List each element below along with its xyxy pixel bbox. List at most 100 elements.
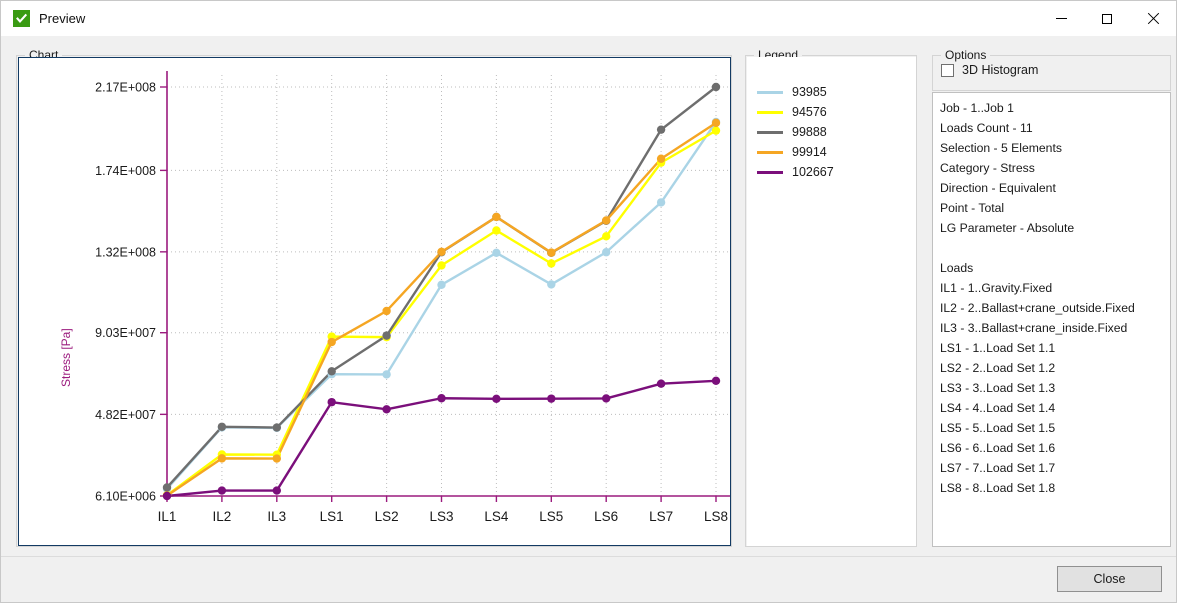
close-window-button[interactable] — [1130, 1, 1176, 36]
legend-item[interactable]: 99914 — [757, 142, 907, 162]
checkmark-icon — [13, 10, 30, 27]
options-group: Options 3D Histogram — [932, 55, 1171, 91]
data-point-marker[interactable] — [328, 338, 336, 346]
minimize-icon — [1056, 18, 1067, 19]
title-bar-left: Preview — [13, 1, 85, 36]
data-point-marker[interactable] — [547, 248, 555, 256]
legend-color-swatch — [757, 131, 783, 134]
data-point-marker[interactable] — [437, 248, 445, 256]
x-tick-label: IL1 — [158, 509, 177, 524]
data-point-marker[interactable] — [328, 367, 336, 375]
y-tick-label: 2.17E+008 — [95, 81, 156, 95]
y-tick-label: 1.74E+008 — [95, 164, 156, 178]
data-point-marker[interactable] — [492, 226, 500, 234]
info-line: LG Parameter - Absolute — [940, 218, 1166, 238]
x-tick-label: LS6 — [594, 509, 618, 524]
legend-item-label: 93985 — [792, 85, 827, 99]
legend-color-swatch — [757, 151, 783, 154]
y-tick-label: 6.10E+006 — [95, 490, 156, 504]
data-point-marker[interactable] — [492, 249, 500, 257]
data-point-marker[interactable] — [657, 380, 665, 388]
data-point-marker[interactable] — [547, 280, 555, 288]
data-point-marker[interactable] — [382, 405, 390, 413]
info-line: Loads Count - 11 — [940, 118, 1166, 138]
window-controls — [1038, 1, 1176, 36]
info-line: IL3 - 3..Ballast+crane_inside.Fixed — [940, 318, 1166, 338]
options-group-label: Options — [941, 48, 990, 62]
info-line: IL2 - 2..Ballast+crane_outside.Fixed — [940, 298, 1166, 318]
info-line: Loads — [940, 258, 1166, 278]
legend-color-swatch — [757, 91, 783, 94]
y-tick-label: 1.32E+008 — [95, 245, 156, 259]
legend-item-label: 94576 — [792, 105, 827, 119]
legend-color-swatch — [757, 171, 783, 174]
data-point-marker[interactable] — [437, 394, 445, 402]
histogram-3d-label: 3D Histogram — [962, 63, 1038, 77]
y-tick-label: 9.03E+007 — [95, 326, 156, 340]
data-point-marker[interactable] — [492, 213, 500, 221]
info-line: Direction - Equivalent — [940, 178, 1166, 198]
preview-window: Preview Chart 6.10E+0064.82E+0079.03E+00… — [0, 0, 1177, 603]
data-point-marker[interactable] — [218, 454, 226, 462]
data-point-marker[interactable] — [273, 486, 281, 494]
data-point-marker[interactable] — [163, 492, 171, 500]
x-tick-label: IL2 — [213, 509, 232, 524]
data-point-marker[interactable] — [218, 423, 226, 431]
data-point-marker[interactable] — [163, 483, 171, 491]
x-tick-label: LS7 — [649, 509, 673, 524]
data-point-marker[interactable] — [218, 486, 226, 494]
data-point-marker[interactable] — [547, 394, 555, 402]
info-line: Selection - 5 Elements — [940, 138, 1166, 158]
info-line: Category - Stress — [940, 158, 1166, 178]
chart-group: Chart 6.10E+0064.82E+0079.03E+0071.32E+0… — [16, 55, 732, 547]
data-point-marker[interactable] — [437, 261, 445, 269]
legend-item[interactable]: 93985 — [757, 82, 907, 102]
info-line: IL1 - 1..Gravity.Fixed — [940, 278, 1166, 298]
data-point-marker[interactable] — [437, 281, 445, 289]
histogram-3d-checkbox[interactable] — [941, 64, 954, 77]
data-point-marker[interactable] — [328, 398, 336, 406]
data-point-marker[interactable] — [657, 198, 665, 206]
data-point-marker[interactable] — [492, 395, 500, 403]
legend-color-swatch — [757, 111, 783, 114]
legend-item[interactable]: 94576 — [757, 102, 907, 122]
legend-item[interactable]: 102667 — [757, 162, 907, 182]
maximize-button[interactable] — [1084, 1, 1130, 36]
info-line: Job - 1..Job 1 — [940, 98, 1166, 118]
x-tick-label: LS4 — [484, 509, 509, 524]
data-point-marker[interactable] — [657, 155, 665, 163]
info-spacer — [940, 238, 1166, 258]
minimize-button[interactable] — [1038, 1, 1084, 36]
data-point-marker[interactable] — [602, 248, 610, 256]
data-point-marker[interactable] — [273, 454, 281, 462]
legend-item-label: 102667 — [792, 165, 834, 179]
data-point-marker[interactable] — [602, 216, 610, 224]
legend-list: 93985 94576 99888 99914 102667 — [757, 82, 907, 182]
data-point-marker[interactable] — [382, 370, 390, 378]
x-tick-label: LS2 — [375, 509, 399, 524]
data-point-marker[interactable] — [547, 259, 555, 267]
data-point-marker[interactable] — [382, 331, 390, 339]
data-point-marker[interactable] — [657, 125, 665, 133]
info-list: Job - 1..Job 1Loads Count - 11Selection … — [940, 98, 1166, 498]
legend-group: Legend 93985945769988899914102667 — [745, 55, 917, 547]
histogram-3d-option[interactable]: 3D Histogram — [941, 63, 1038, 77]
data-point-marker[interactable] — [712, 377, 720, 385]
info-panel[interactable]: Job - 1..Job 1Loads Count - 11Selection … — [932, 92, 1171, 547]
legend-item[interactable]: 99888 — [757, 122, 907, 142]
x-tick-label: LS1 — [320, 509, 344, 524]
chart-surface[interactable]: 6.10E+0064.82E+0079.03E+0071.32E+0081.74… — [18, 57, 731, 546]
data-point-marker[interactable] — [273, 423, 281, 431]
data-point-marker[interactable] — [382, 307, 390, 315]
close-button[interactable]: Close — [1057, 566, 1162, 592]
data-point-marker[interactable] — [712, 119, 720, 127]
data-point-marker[interactable] — [712, 126, 720, 134]
info-line: LS1 - 1..Load Set 1.1 — [940, 338, 1166, 358]
legend-item-label: 99914 — [792, 145, 827, 159]
data-point-marker[interactable] — [602, 232, 610, 240]
series-line[interactable] — [167, 131, 716, 496]
legend-item-label: 99888 — [792, 125, 827, 139]
footer-bar: Close — [1, 556, 1176, 602]
data-point-marker[interactable] — [602, 394, 610, 402]
data-point-marker[interactable] — [712, 83, 720, 91]
